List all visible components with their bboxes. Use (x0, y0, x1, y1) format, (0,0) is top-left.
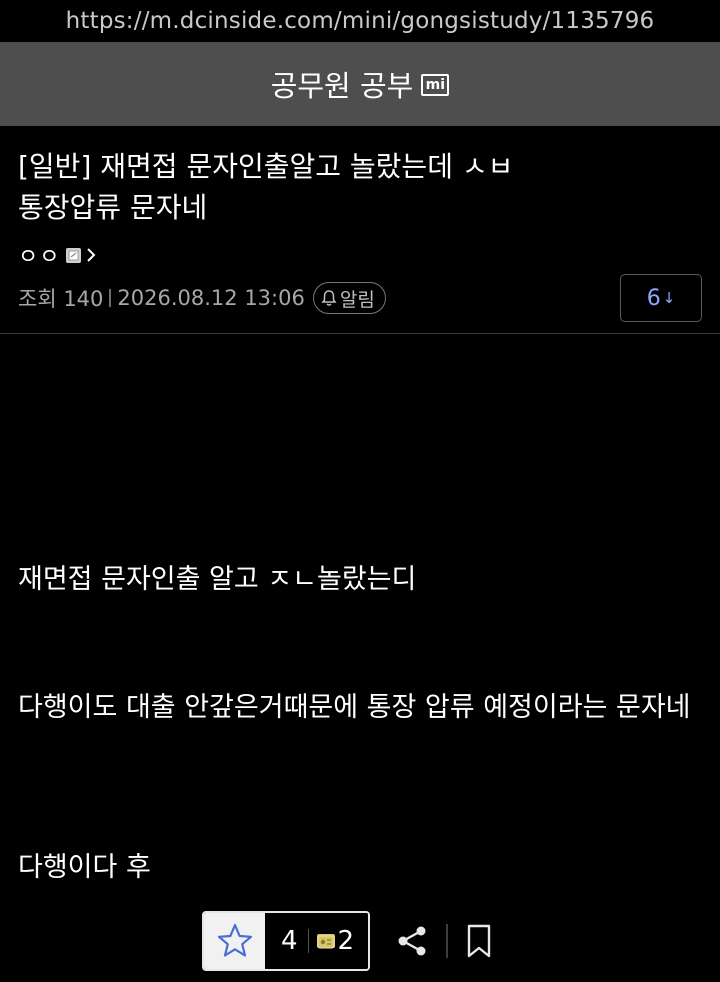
address-bar[interactable]: https://m.dcinside.com/mini/gongsistudy/… (0, 0, 720, 42)
chevron-right-icon[interactable] (85, 246, 97, 264)
alert-label: 알림 (339, 288, 375, 311)
comment-count-button[interactable]: 6 ↓ (620, 274, 702, 322)
bookmark-icon (467, 924, 491, 958)
bookmark-button[interactable] (464, 921, 494, 961)
alert-button[interactable]: 알림 (312, 282, 386, 314)
author-row[interactable]: ㅇㅇ (18, 240, 97, 270)
recommend-counts: 4 2 (265, 913, 369, 969)
post-body-paragraph: 다행이다 후 (18, 852, 151, 883)
share-button[interactable] (394, 921, 430, 961)
share-icon (398, 926, 426, 956)
count-divider (307, 929, 309, 953)
meta-divider (109, 289, 112, 307)
comment-count: 6 (646, 285, 661, 311)
icon-divider (446, 924, 449, 958)
gallery-title[interactable]: 공무원 공부 (271, 63, 414, 105)
recommend-count: 4 (281, 926, 298, 956)
url-text: https://m.dcinside.com/mini/gongsistudy/… (65, 8, 655, 34)
view-count: 조회 140 (18, 287, 104, 311)
gallery-header: 공무원 공부 mi (0, 42, 720, 126)
recommend-group: 4 2 (202, 911, 371, 971)
arrow-down-icon: ↓ (662, 289, 676, 307)
bell-icon (321, 290, 337, 306)
recommend-button[interactable] (204, 913, 265, 969)
fixed-recommend-icon (316, 934, 335, 949)
post-date: 2026.08.12 13:06 (117, 286, 305, 310)
mini-gallery-badge: mi (421, 74, 450, 96)
post-title: [일반] 재면접 문자인출알고 놀랐는데 ㅅㅂ 통장압류 문자네 (18, 150, 514, 224)
author-name[interactable]: ㅇㅇ (18, 239, 60, 271)
reaction-bar: 4 2 (202, 910, 494, 972)
header-divider (0, 333, 720, 334)
post-body-paragraph: 재면접 문자인출 알고 ㅈㄴ놀랐는디 (18, 564, 417, 595)
fixed-recommend-count: 2 (337, 926, 355, 956)
gallery-member-icon (66, 247, 82, 263)
star-icon (217, 923, 252, 957)
post-body-paragraph: 다행이도 대출 안갚은거때문에 통장 압류 예정이라는 문자네 (18, 692, 691, 723)
post-meta: 조회 140 2026.08.12 13:06 알림 (18, 280, 386, 316)
